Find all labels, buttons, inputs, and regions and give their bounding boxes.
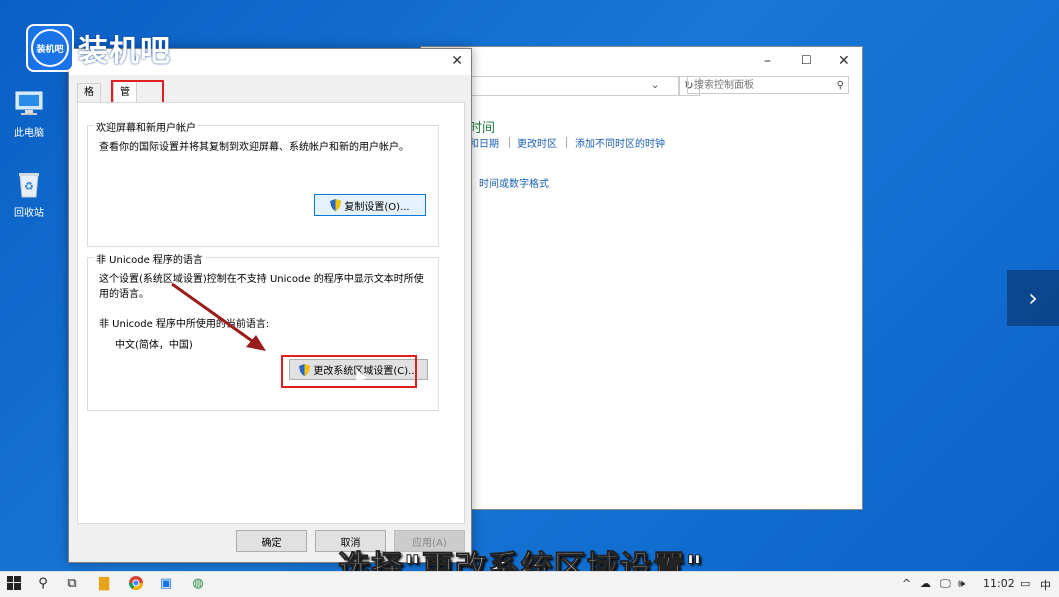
close-icon[interactable]: ✕ bbox=[838, 53, 850, 69]
copy-settings-label: 复制设置(O)... bbox=[344, 201, 410, 213]
desktop-icon-label: 回收站 bbox=[14, 208, 44, 219]
link-separator bbox=[566, 137, 567, 148]
file-explorer-icon[interactable]: ▇ bbox=[96, 576, 112, 592]
clock[interactable]: 11:02 bbox=[983, 577, 1015, 590]
group-description: 查看你的国际设置并将其复制到欢迎屏幕、系统帐户和新的用户帐户。 bbox=[99, 142, 409, 153]
ime-indicator[interactable]: 中 bbox=[1040, 577, 1051, 593]
current-language-value: 中文(简体，中国) bbox=[115, 340, 193, 351]
highlight-box-button bbox=[281, 355, 417, 388]
tab-format[interactable]: 格式 bbox=[77, 83, 101, 116]
watermark-logo: 装机吧 装机吧 bbox=[26, 24, 171, 72]
section-heading: 时间 bbox=[469, 121, 496, 136]
windows-start-icon[interactable] bbox=[6, 576, 22, 592]
taskbar: ⚲ ⧉ ▇ ▣ ◍ ^ ☁ 🖵 🕪 11:02 ▭ 中 bbox=[0, 571, 1059, 597]
region-dialog: ✕ 格式 管理 欢迎屏幕和新用户帐户 查看你的国际设置并将其复制到欢迎屏幕、系统… bbox=[68, 48, 472, 563]
copy-settings-button[interactable]: 复制设置(O)... bbox=[314, 194, 426, 216]
computer-icon bbox=[13, 88, 45, 120]
chevron-right-icon: › bbox=[1028, 284, 1038, 312]
shield-icon bbox=[330, 199, 342, 211]
logo-badge: 装机吧 bbox=[26, 24, 74, 72]
chevron-up-icon[interactable]: ^ bbox=[902, 577, 911, 590]
group-title: 欢迎屏幕和新用户帐户 bbox=[94, 119, 198, 134]
region-settings-icon[interactable]: ◍ bbox=[190, 576, 206, 592]
logo-text: 装机吧 bbox=[78, 34, 171, 69]
close-icon[interactable]: ✕ bbox=[451, 53, 463, 69]
welcome-screen-group: 欢迎屏幕和新用户帐户 查看你的国际设置并将其复制到欢迎屏幕、系统帐户和新的用户帐… bbox=[87, 119, 439, 247]
group-description-line2: 用的语言。 bbox=[99, 289, 149, 300]
desktop-icon-label: 此电脑 bbox=[14, 128, 44, 139]
group-title: 非 Unicode 程序的语言 bbox=[94, 251, 205, 266]
link-add-clocks[interactable]: 添加不同时区的时钟 bbox=[575, 135, 665, 150]
tab-panel: 欢迎屏幕和新用户帐户 查看你的国际设置并将其复制到欢迎屏幕、系统帐户和新的用户帐… bbox=[77, 102, 465, 524]
volume-icon[interactable]: 🕪 bbox=[958, 577, 965, 591]
search-icon[interactable]: ⚲ bbox=[35, 576, 51, 592]
chrome-icon[interactable] bbox=[128, 576, 144, 592]
maximize-icon[interactable]: ☐ bbox=[801, 53, 812, 67]
search-placeholder: 搜索控制面板 bbox=[694, 80, 754, 91]
recycle-bin-icon: ♻ bbox=[13, 168, 45, 200]
link-change-timezone[interactable]: 更改时区 bbox=[517, 135, 557, 150]
control-panel-window: – ☐ ✕ ⌄ ↻ 搜索控制面板 ⚲ 时间 和日期 更改时区 添加不同时区的时钟… bbox=[420, 46, 863, 510]
notification-icon[interactable]: ▭ bbox=[1020, 577, 1030, 590]
next-slide-button[interactable]: › bbox=[1007, 270, 1059, 326]
group-description-line1: 这个设置(系统区域设置)控制在不支持 Unicode 的程序中显示文本时所使 bbox=[99, 274, 424, 285]
svg-text:♻: ♻ bbox=[24, 180, 34, 193]
link-date[interactable]: 和日期 bbox=[469, 135, 499, 150]
search-input[interactable]: 搜索控制面板 ⚲ bbox=[687, 76, 849, 94]
link-separator bbox=[509, 137, 510, 148]
logo-small-text: 装机吧 bbox=[31, 29, 69, 67]
task-view-icon[interactable]: ⧉ bbox=[64, 576, 80, 592]
ok-button[interactable]: 确定 bbox=[236, 530, 307, 552]
chevron-down-icon[interactable]: ⌄ bbox=[651, 80, 659, 91]
link-number-format[interactable]: 时间或数字格式 bbox=[479, 175, 549, 190]
network-icon[interactable]: 🖵 bbox=[940, 577, 951, 591]
control-panel-icon[interactable]: ▣ bbox=[158, 576, 174, 592]
desktop-icon-this-pc[interactable]: 此电脑 bbox=[9, 88, 49, 139]
current-language-label: 非 Unicode 程序中所使用的当前语言: bbox=[99, 319, 270, 330]
desktop-icon-recycle-bin[interactable]: ♻ 回收站 bbox=[9, 168, 49, 219]
minimize-icon[interactable]: – bbox=[764, 53, 771, 69]
search-icon: ⚲ bbox=[836, 80, 844, 91]
cloud-icon[interactable]: ☁ bbox=[920, 577, 931, 590]
